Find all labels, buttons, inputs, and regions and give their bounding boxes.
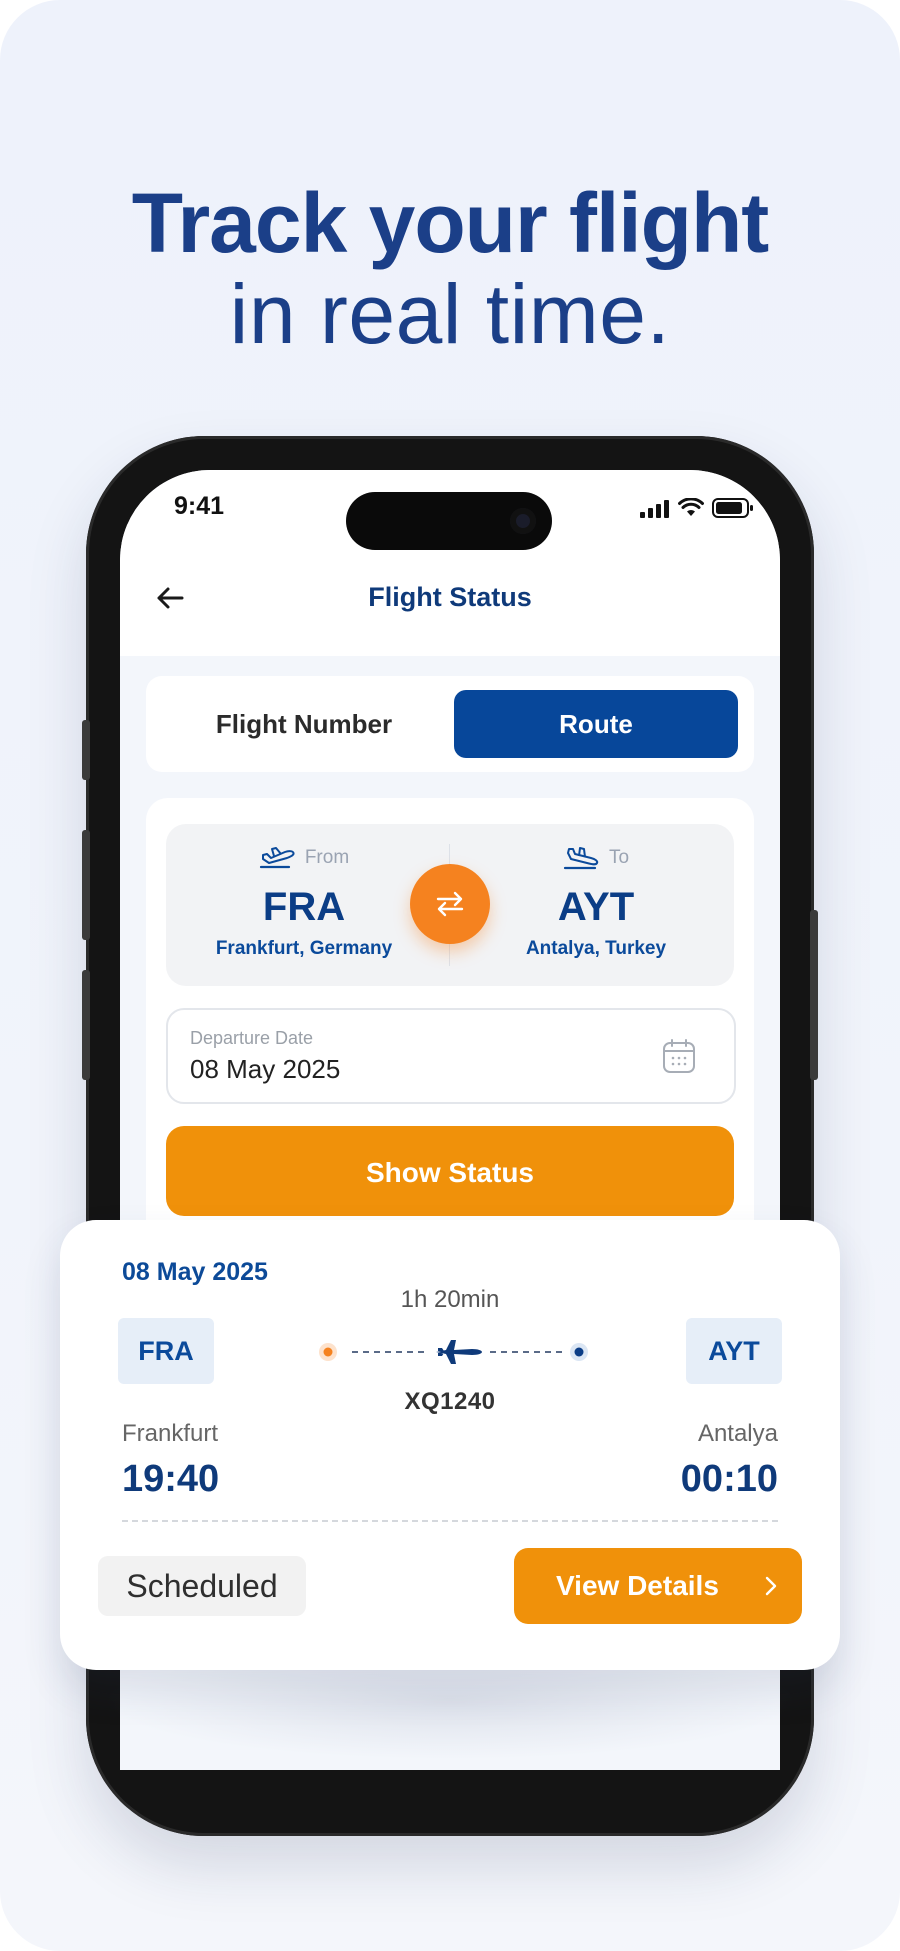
phone-volume-up	[82, 830, 90, 940]
status-badge: Scheduled	[98, 1556, 306, 1616]
departure-date-field[interactable]: Departure Date 08 May 2025	[166, 1008, 736, 1104]
promo-headline: Track your flight in real time.	[0, 178, 900, 359]
airplane-icon	[436, 1340, 482, 1364]
landing-icon	[563, 847, 599, 870]
headline-line-1: Track your flight	[131, 176, 769, 270]
tab-flight-number[interactable]: Flight Number	[162, 690, 446, 758]
signal-icon	[640, 500, 669, 518]
view-details-label: View Details	[556, 1570, 719, 1601]
camera-icon	[510, 508, 536, 534]
page-title: Flight Status	[368, 582, 532, 612]
origin-code-chip: FRA	[118, 1318, 214, 1384]
destination-city: Antalya, Turkey	[525, 938, 667, 959]
system-icons	[640, 498, 754, 518]
destination-city-name: Antalya	[697, 1420, 778, 1447]
origin-city-name: Frankfurt	[122, 1420, 219, 1447]
app-bar: Flight Status	[120, 550, 780, 656]
swap-button[interactable]	[410, 864, 490, 944]
origin-label-text: From	[304, 847, 350, 868]
route-selector: From FRA Frankfurt, Germany To AYT Antal…	[166, 824, 734, 986]
origin-city: Frankfurt, Germany	[215, 938, 393, 959]
destination-label: To	[563, 846, 629, 870]
destination-label-text: To	[608, 847, 630, 868]
origin-label: From	[259, 846, 349, 870]
origin-selector[interactable]: From FRA Frankfurt, Germany	[174, 846, 434, 960]
destination-code-chip: AYT	[686, 1318, 782, 1384]
wifi-icon	[678, 498, 704, 516]
takeoff-icon	[259, 847, 295, 869]
flight-date: 08 May 2025	[122, 1258, 268, 1286]
promo-canvas: Track your flight in real time. 9:41 Fli…	[0, 0, 900, 1951]
departure-date-value: 08 May 2025	[190, 1054, 341, 1084]
origin-code: FRA	[262, 885, 346, 929]
show-status-button[interactable]: Show Status	[166, 1126, 734, 1216]
status-bar: 9:41	[120, 470, 780, 550]
headline-line-2: in real time.	[229, 266, 671, 361]
view-details-button[interactable]: View Details	[514, 1548, 802, 1624]
flight-result-card: 08 May 2025 1h 20min FRA AYT XQ1240 Fran…	[60, 1220, 840, 1670]
dynamic-island	[346, 492, 552, 550]
departure-date-label: Departure Date	[190, 1028, 314, 1048]
chevron-right-icon	[765, 1576, 777, 1596]
arrival-time: 00:10	[680, 1458, 778, 1500]
flight-number: XQ1240	[404, 1388, 496, 1415]
phone-volume-down	[82, 970, 90, 1080]
phone-side-button	[82, 720, 90, 780]
battery-icon	[712, 498, 753, 518]
destination-code: AYT	[557, 885, 635, 929]
ticket-divider	[122, 1520, 778, 1522]
phone-power-button	[810, 910, 818, 1080]
swap-icon	[436, 891, 464, 917]
flight-path	[319, 1340, 588, 1364]
flight-duration: 1h 20min	[400, 1286, 500, 1313]
calendar-icon[interactable]	[662, 1038, 696, 1074]
departure-time: 19:40	[122, 1458, 220, 1500]
status-time: 9:41	[174, 492, 225, 520]
tab-route[interactable]: Route	[454, 690, 738, 758]
destination-selector[interactable]: To AYT Antalya, Turkey	[466, 846, 726, 960]
search-mode-toggle: Flight Number Route	[146, 676, 754, 772]
